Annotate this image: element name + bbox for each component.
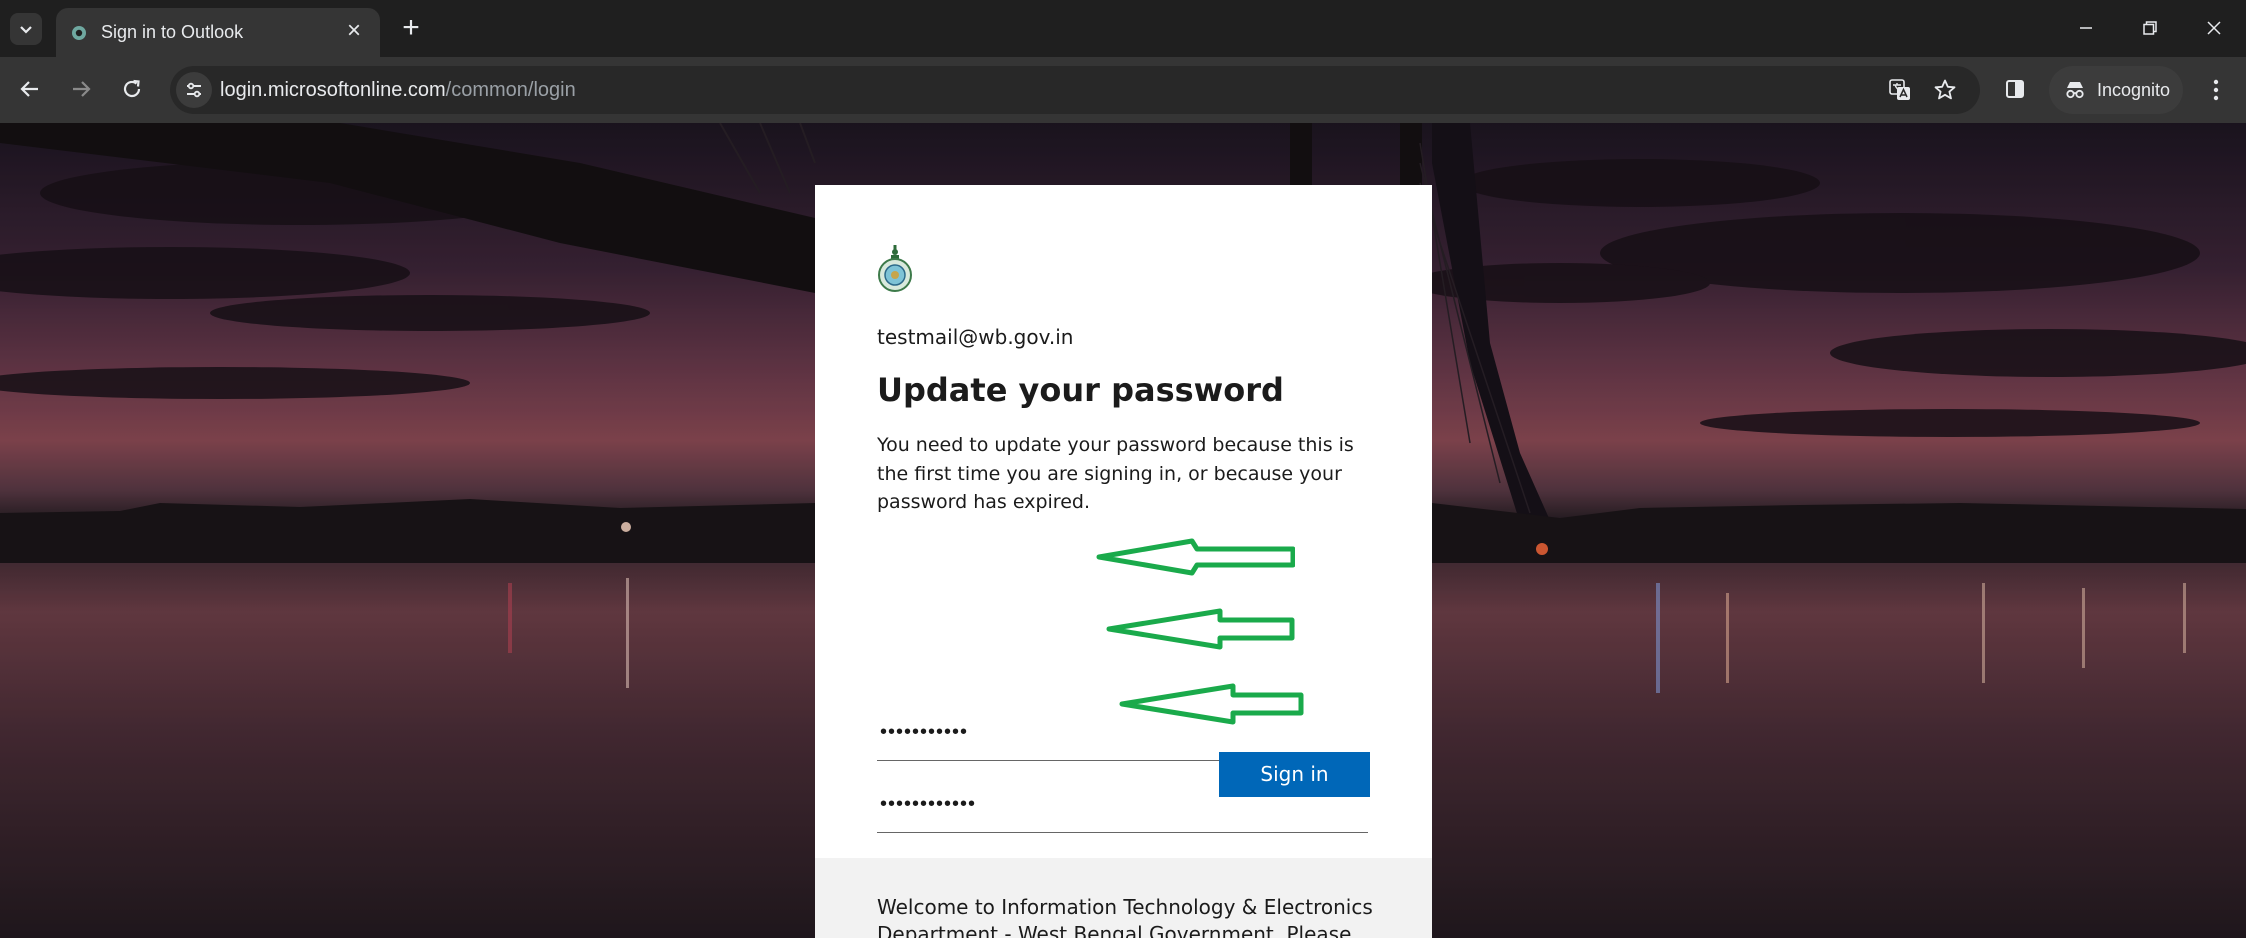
incognito-profile-button[interactable]: Incognito	[2049, 66, 2183, 114]
url-text[interactable]: login.microsoftonline.com/common/login	[220, 77, 576, 103]
translate-icon	[1889, 79, 1910, 100]
url-path: /common/login	[445, 79, 576, 101]
sign-in-button[interactable]: Sign in	[1219, 752, 1370, 797]
restore-icon	[2143, 21, 2157, 35]
address-bar[interactable]: login.microsoftonline.com/common/login	[170, 66, 1980, 114]
reload-icon	[123, 79, 141, 98]
arrow-right-icon	[73, 81, 91, 97]
annotation-arrow-3	[1119, 683, 1304, 725]
side-panel-icon	[2006, 80, 2024, 98]
current-password-value: •••••••••••	[880, 721, 969, 743]
annotation-arrow-1	[1096, 538, 1295, 576]
incognito-label: Incognito	[2097, 80, 2171, 100]
bookmark-star-button[interactable]	[1931, 76, 1959, 104]
signin-card: testmail@wb.gov.in Update your password …	[815, 185, 1432, 905]
url-host: login.microsoftonline.com	[220, 79, 446, 101]
page-title: Update your password	[877, 371, 1284, 409]
account-email[interactable]: testmail@wb.gov.in	[877, 324, 1073, 350]
restore-button[interactable]	[2136, 14, 2164, 42]
chevron-down-icon	[20, 26, 32, 34]
description-text: You need to update your password because…	[877, 434, 1354, 513]
back-button[interactable]	[14, 73, 46, 105]
site-info-button[interactable]	[176, 72, 212, 108]
footer-text: Welcome to Information Technology & Elec…	[877, 895, 1373, 938]
more-vertical-icon	[2213, 79, 2219, 101]
incognito-icon	[2066, 82, 2084, 99]
reload-button[interactable]	[116, 73, 148, 105]
signin-footer: Welcome to Information Technology & Elec…	[815, 858, 1432, 938]
new-password-value: ••••••••••••	[880, 793, 977, 815]
translate-button[interactable]	[1886, 76, 1914, 104]
outlook-favicon-icon	[72, 26, 86, 40]
close-tab-icon[interactable]: ×	[342, 19, 366, 43]
arrow-left-icon	[20, 81, 38, 97]
minimize-button[interactable]	[2072, 14, 2100, 42]
annotation-arrow-2	[1106, 608, 1295, 650]
browser-tab[interactable]: Sign in to Outlook ×	[56, 8, 380, 57]
west-bengal-emblem-logo	[878, 245, 912, 292]
close-icon	[2207, 21, 2221, 35]
tab-search-button[interactable]	[10, 13, 42, 45]
side-panel-button[interactable]	[1999, 73, 2031, 105]
new-tab-button[interactable]: +	[397, 13, 425, 45]
forward-button[interactable]	[65, 73, 97, 105]
minimize-icon	[2080, 27, 2092, 29]
star-icon	[1934, 79, 1956, 100]
tab-strip: Sign in to Outlook × +	[0, 0, 2246, 57]
browser-toolbar: login.microsoftonline.com/common/login I…	[0, 57, 2246, 123]
close-window-button[interactable]	[2200, 14, 2228, 42]
tab-title: Sign in to Outlook	[101, 22, 244, 42]
tune-icon	[187, 82, 201, 98]
browser-menu-button[interactable]	[2200, 72, 2232, 108]
